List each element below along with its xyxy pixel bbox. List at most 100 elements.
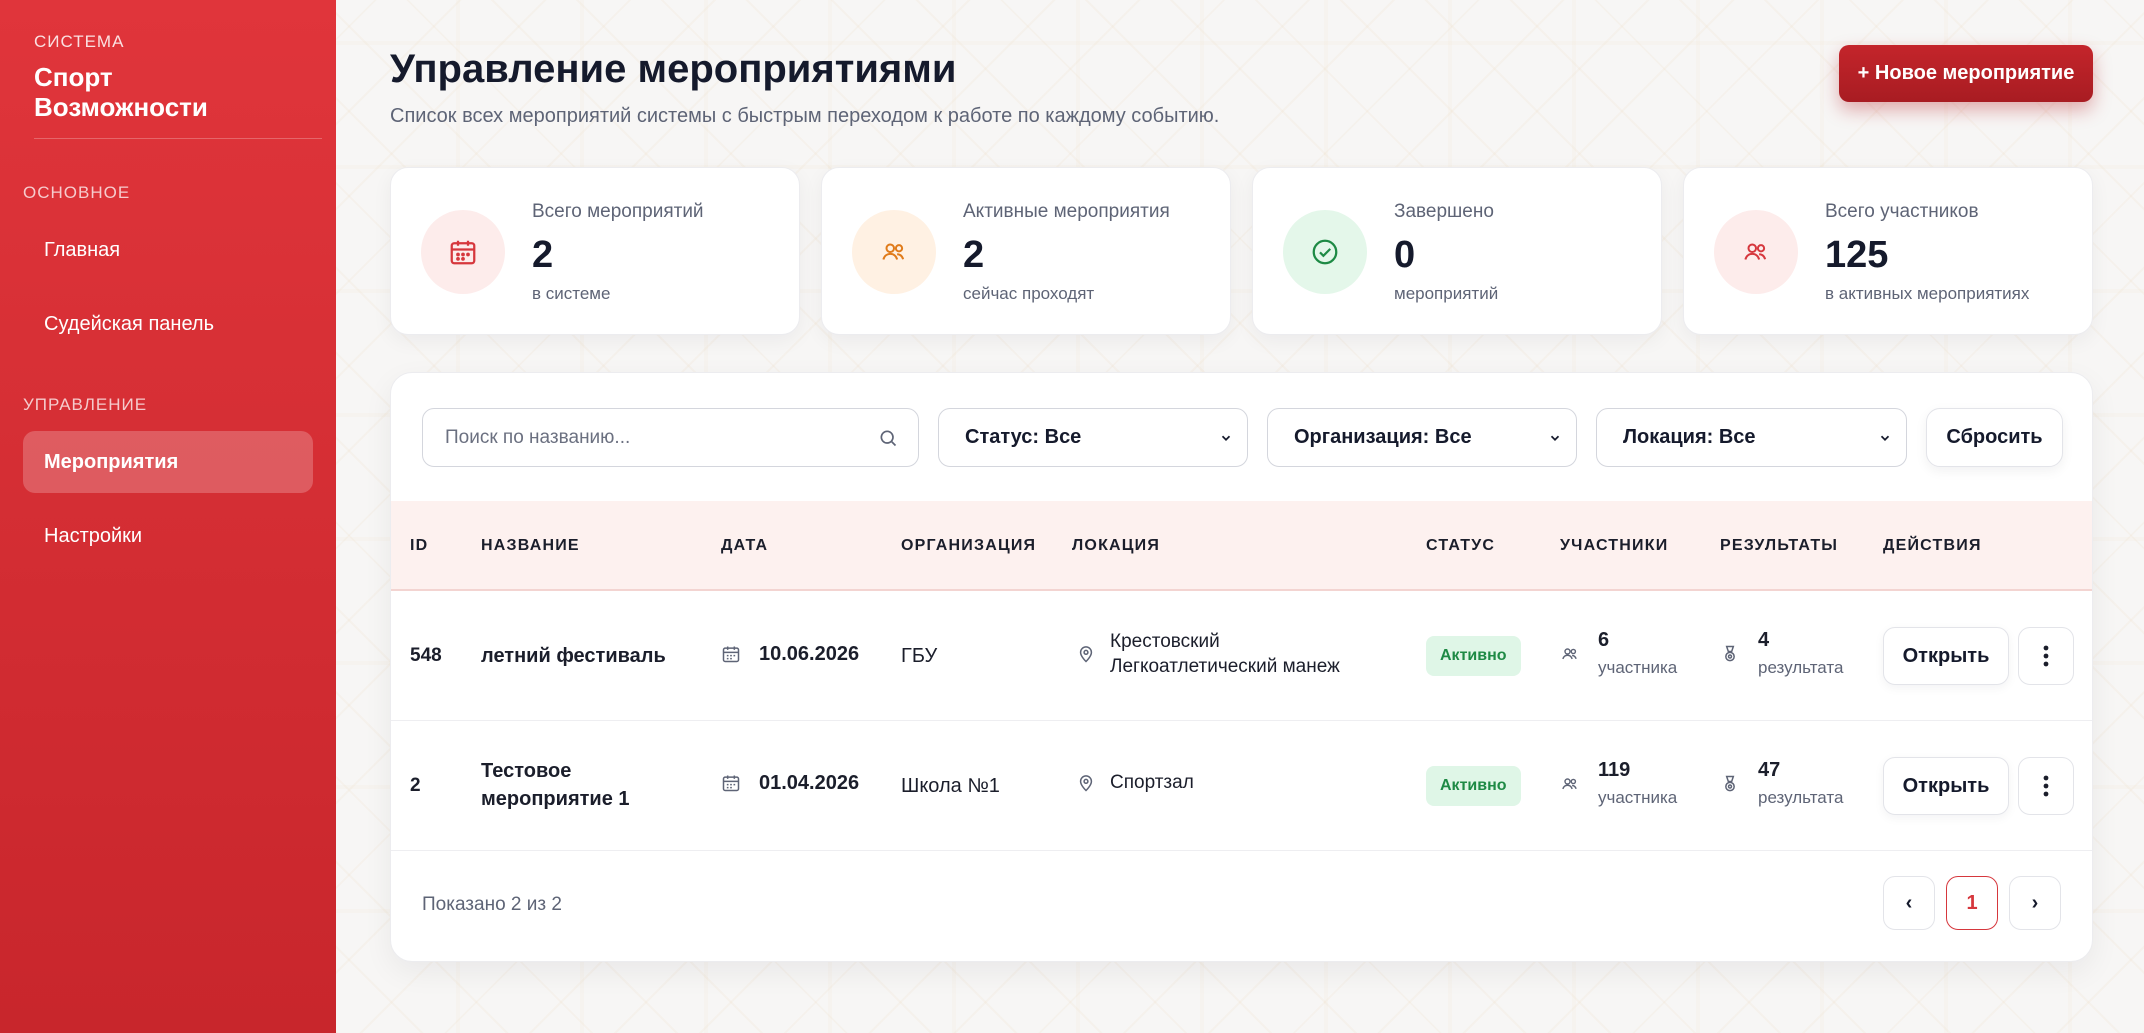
sidebar-item-settings[interactable]: Настройки xyxy=(23,505,313,567)
search-box xyxy=(422,408,919,467)
open-event-button[interactable]: Открыть xyxy=(1883,627,2009,685)
calendar-icon xyxy=(722,775,740,792)
event-name[interactable]: летний фестиваль xyxy=(481,645,666,668)
stat-label: Всего мероприятий xyxy=(532,201,704,222)
status-badge: Активно xyxy=(1426,766,1521,806)
column-header-results: РЕЗУЛЬТАТЫ xyxy=(1720,537,1839,554)
brand-subtitle: СИСТЕМА xyxy=(34,32,125,51)
status-filter-value: Статус: Все xyxy=(965,426,1082,448)
sidebar: СИСТЕМА Спорт Возможности ОСНОВНОЕ Главн… xyxy=(0,0,336,1033)
location-filter[interactable]: Локация: Все xyxy=(1596,408,1907,467)
search-input[interactable] xyxy=(423,409,863,466)
event-organization: Школа №1 xyxy=(901,775,1000,797)
table-header: ID НАЗВАНИЕ ДАТА ОРГАНИЗАЦИЯ ЛОКАЦИЯ СТА… xyxy=(391,501,2092,591)
medal-icon xyxy=(1725,775,1735,792)
stat-value: 2 xyxy=(963,234,985,276)
stat-note: в активных мероприятиях xyxy=(1825,284,2030,303)
organization-filter-value: Организация: Все xyxy=(1294,426,1472,448)
column-header-actions: ДЕЙСТВИЯ xyxy=(1883,537,1982,554)
events-panel: Статус: Все Организация: Все Локация: Вс… xyxy=(390,372,2093,962)
more-actions-button[interactable] xyxy=(2018,757,2074,815)
stat-card-active-events: Активные мероприятия 2 сейчас проходят xyxy=(821,167,1231,335)
results-label: результата xyxy=(1758,658,1844,677)
medal-icon xyxy=(1725,645,1735,662)
check-circle-icon xyxy=(1283,210,1367,294)
table-row: 2 Тестовое мероприятие 1 01.04.2026 Школ… xyxy=(391,721,2092,851)
stat-value: 125 xyxy=(1825,234,1889,276)
stat-card-total-events: Всего мероприятий 2 в системе xyxy=(390,167,800,335)
brand-title: Спорт Возможности xyxy=(34,62,313,122)
stat-label: Завершено xyxy=(1394,201,1494,222)
chevron-down-icon xyxy=(1550,435,1560,441)
chevron-down-icon xyxy=(1880,435,1890,441)
more-vertical-icon xyxy=(2043,775,2049,797)
event-date: 10.06.2026 xyxy=(759,643,860,665)
event-id: 2 xyxy=(410,775,421,796)
stat-label: Активные мероприятия xyxy=(963,201,1170,222)
reset-filters-button[interactable]: Сбросить xyxy=(1926,408,2063,467)
location-pin-icon xyxy=(1079,646,1093,663)
organization-filter[interactable]: Организация: Все xyxy=(1267,408,1577,467)
people-icon xyxy=(852,210,936,294)
open-event-button[interactable]: Открыть xyxy=(1883,757,2009,815)
status-badge: Активно xyxy=(1426,636,1521,676)
calendar-icon xyxy=(722,646,740,663)
status-filter[interactable]: Статус: Все xyxy=(938,408,1248,467)
chevron-down-icon xyxy=(1221,435,1231,441)
location-pin-icon xyxy=(1079,775,1093,792)
stat-card-completed: Завершено 0 мероприятий xyxy=(1252,167,1662,335)
event-date: 01.04.2026 xyxy=(759,772,860,794)
results-label: результата xyxy=(1758,788,1844,807)
column-header-participants: УЧАСТНИКИ xyxy=(1560,537,1669,554)
participants-count: 6 xyxy=(1598,629,1610,651)
sidebar-item-judges-panel[interactable]: Судейская панель xyxy=(23,293,313,355)
pagination-summary: Показано 2 из 2 xyxy=(422,894,562,915)
more-vertical-icon xyxy=(2043,645,2049,667)
stat-card-total-participants: Всего участников 125 в активных мероприя… xyxy=(1683,167,2093,335)
new-event-button[interactable]: + Новое мероприятие xyxy=(1839,45,2093,102)
event-organization: ГБУ xyxy=(901,645,938,667)
stat-value: 2 xyxy=(532,234,554,276)
stat-value: 0 xyxy=(1394,234,1416,276)
event-location-line1: Крестовский xyxy=(1110,631,1220,652)
participants-label: участника xyxy=(1598,658,1678,677)
nav-section-manage: УПРАВЛЕНИЕ xyxy=(23,395,148,414)
pagination-next-button[interactable]: › xyxy=(2009,876,2061,930)
event-name-line1[interactable]: Тестовое xyxy=(481,760,571,783)
column-header-organization: ОРГАНИЗАЦИЯ xyxy=(901,537,1037,554)
stats-row: Всего мероприятий 2 в системе Активные м… xyxy=(390,167,2093,335)
more-actions-button[interactable] xyxy=(2018,627,2074,685)
column-header-id: ID xyxy=(410,537,429,554)
participants-count: 119 xyxy=(1598,759,1631,781)
pagination-prev-button[interactable]: ‹ xyxy=(1883,876,1935,930)
event-id: 548 xyxy=(410,645,442,666)
stat-note: мероприятий xyxy=(1394,284,1499,303)
participants-label: участника xyxy=(1598,788,1678,807)
stat-note: сейчас проходят xyxy=(963,284,1095,303)
page-title: Управление мероприятиями xyxy=(390,47,957,91)
results-count: 4 xyxy=(1758,629,1770,651)
nav-section-main: ОСНОВНОЕ xyxy=(23,183,131,202)
column-header-name: НАЗВАНИЕ xyxy=(481,537,580,554)
event-name-line2[interactable]: мероприятие 1 xyxy=(481,788,630,811)
location-filter-value: Локация: Все xyxy=(1623,426,1756,448)
people-icon xyxy=(1562,648,1577,660)
pagination-page-1[interactable]: 1 xyxy=(1946,876,1998,930)
people-icon xyxy=(1562,778,1577,790)
column-header-status: СТАТУС xyxy=(1426,537,1496,554)
brand-title-text: Спорт Возможности xyxy=(34,62,208,122)
people-icon xyxy=(1714,210,1798,294)
sidebar-item-events[interactable]: Мероприятия xyxy=(23,431,313,493)
table-row: 548 летний фестиваль 10.06.2026 ГБУ Крес… xyxy=(391,591,2092,721)
sidebar-item-home[interactable]: Главная xyxy=(23,219,313,281)
page-subtitle: Список всех мероприятий системы с быстры… xyxy=(390,105,1220,127)
calendar-icon xyxy=(421,210,505,294)
search-icon[interactable] xyxy=(878,428,898,448)
stat-note: в системе xyxy=(532,284,611,303)
stat-label: Всего участников xyxy=(1825,201,1979,222)
column-header-date: ДАТА xyxy=(721,537,769,554)
event-location-line2: Легкоатлетический манеж xyxy=(1110,656,1340,677)
results-count: 47 xyxy=(1758,759,1781,781)
column-header-location: ЛОКАЦИЯ xyxy=(1072,537,1161,554)
brand-divider xyxy=(34,138,322,139)
